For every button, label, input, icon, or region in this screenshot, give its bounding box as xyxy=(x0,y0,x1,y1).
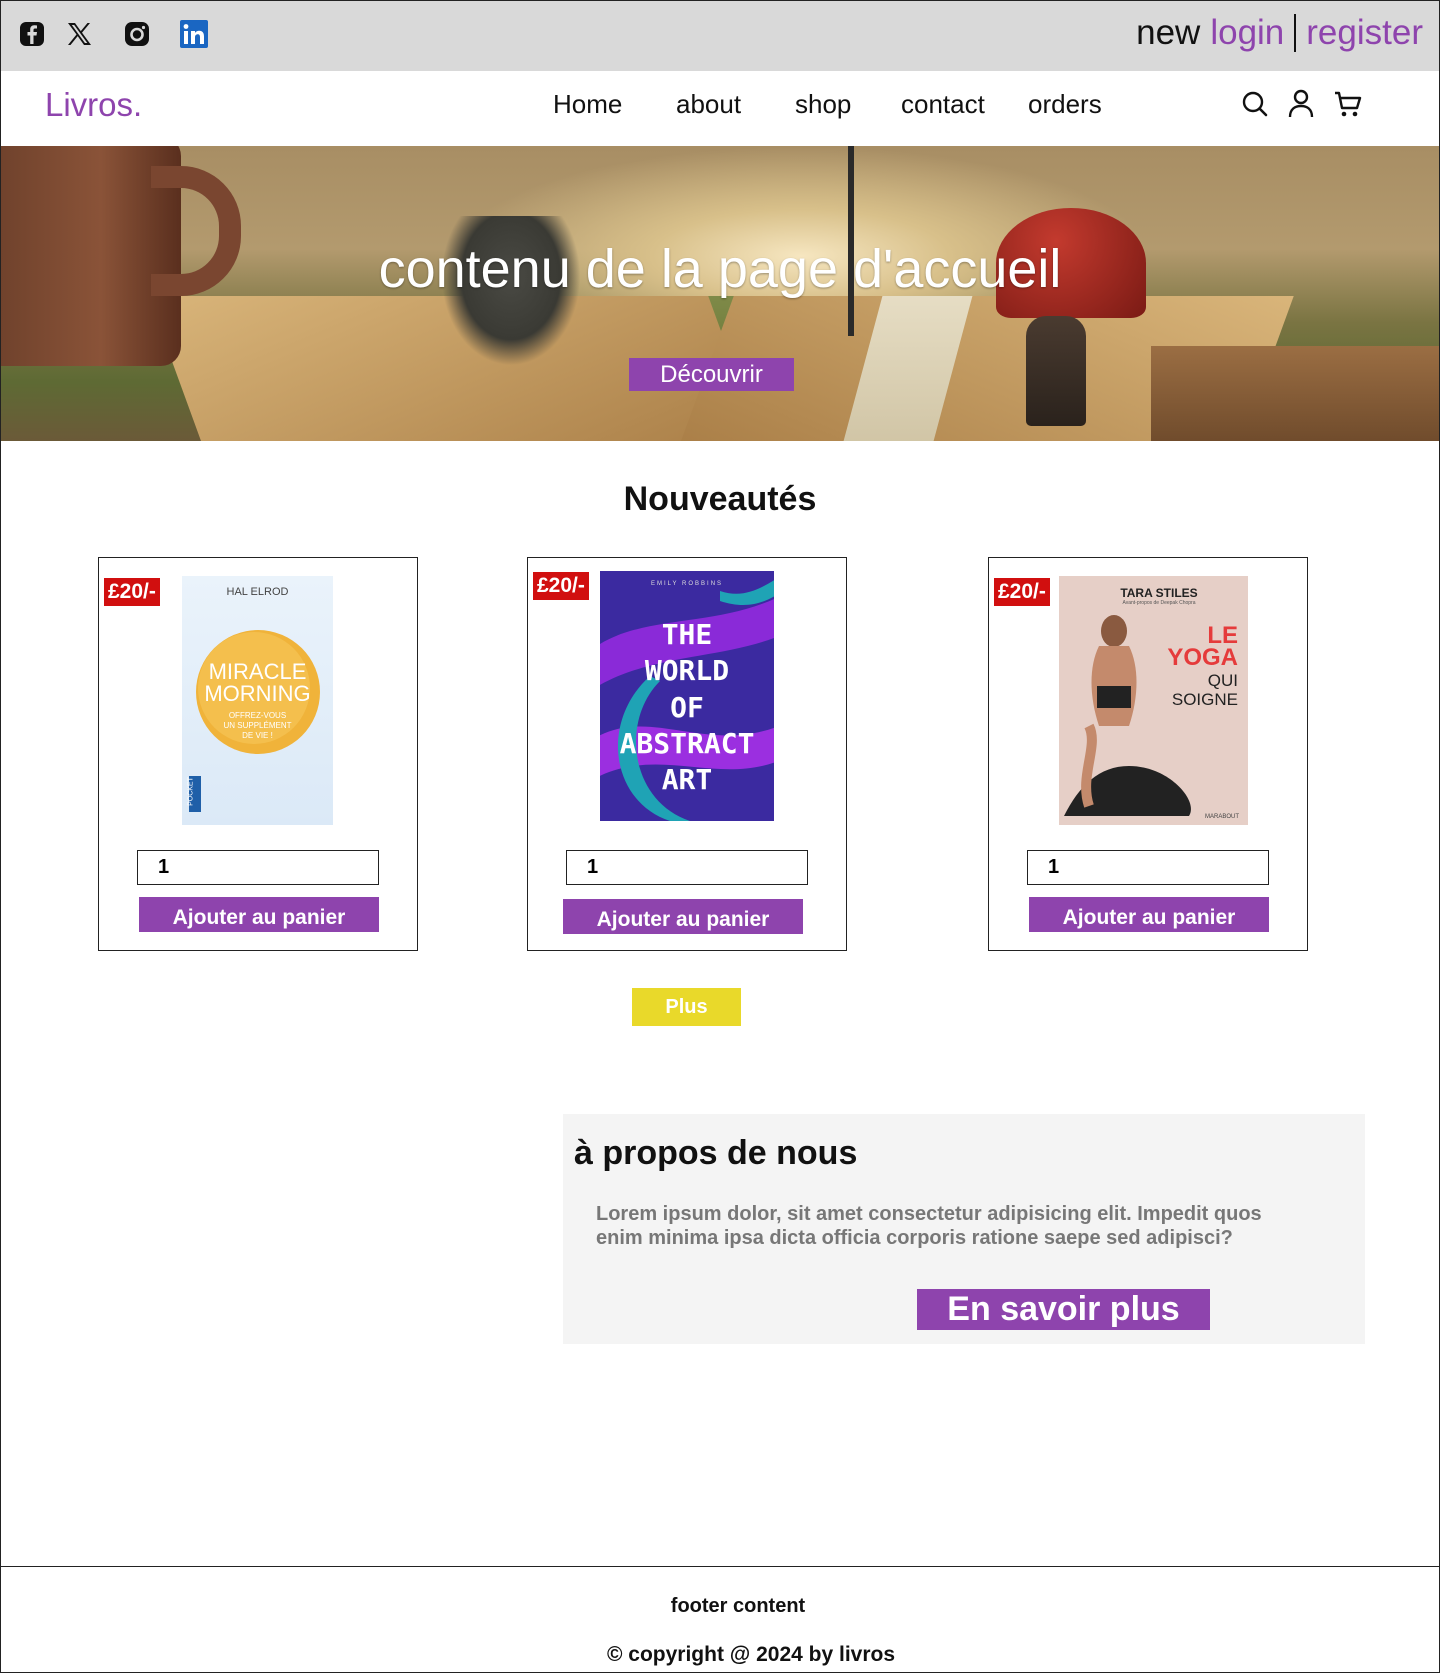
nav-item-contact[interactable]: contact xyxy=(901,89,985,120)
hero-title: contenu de la page d'accueil xyxy=(378,239,1062,299)
book-author: TARA STILES xyxy=(1120,586,1198,600)
hero-table xyxy=(1151,346,1439,441)
quantity-input[interactable] xyxy=(1027,850,1269,885)
book-cover-le-yoga-qui-soigne[interactable]: TARA STILES Avant-propos de Deepak Chopr… xyxy=(1059,576,1248,825)
product-card: £20/- EMILY ROBBINS THE WORLD OF ABSTRAC… xyxy=(527,557,847,951)
book-title-line: ART xyxy=(661,763,713,796)
instagram-icon[interactable] xyxy=(122,19,152,49)
cart-icon[interactable] xyxy=(1333,88,1363,120)
footer: footer content © copyright @ 2024 by liv… xyxy=(1,1566,1439,1672)
quantity-input[interactable] xyxy=(137,850,379,885)
main-nav: Livros. Home about shop contact orders xyxy=(1,71,1439,146)
new-label: new xyxy=(1136,13,1201,52)
register-link[interactable]: register xyxy=(1306,13,1423,53)
nav-item-home[interactable]: Home xyxy=(553,89,622,120)
book-publisher: MARABOUT xyxy=(1204,814,1239,820)
discover-button[interactable]: Découvrir xyxy=(629,358,794,391)
about-title: à propos de nous xyxy=(574,1134,858,1172)
book-subtitle-line: DE VIE ! xyxy=(242,731,273,740)
price-badge: £20/- xyxy=(533,572,589,600)
book-subtitle-line: OFFREZ-VOUS xyxy=(228,711,287,720)
book-title-line: QUI xyxy=(1207,671,1238,690)
x-twitter-icon[interactable] xyxy=(64,19,94,49)
book-foreword: Avant-propos de Deepak Chopra xyxy=(1122,600,1196,606)
book-title-line: YOGA xyxy=(1167,644,1238,671)
book-author: HAL ELROD xyxy=(226,586,289,598)
book-title-line: OF xyxy=(670,691,704,724)
nav-item-shop[interactable]: shop xyxy=(795,89,851,120)
book-publisher: POCKET xyxy=(187,777,195,806)
product-card: £20/- TARA STILES Avant-propos de Deepak… xyxy=(988,557,1308,951)
hero-banner: contenu de la page d'accueil Découvrir xyxy=(1,146,1439,441)
book-title-line: ABSTRACT xyxy=(619,727,755,760)
price-badge: £20/- xyxy=(104,578,160,606)
book-title-line: SOIGNE xyxy=(1171,690,1238,709)
product-card: £20/- HAL ELROD MIRACLE MORNING OFFREZ-V… xyxy=(98,557,418,951)
quantity-input[interactable] xyxy=(566,850,808,885)
nav-item-about[interactable]: about xyxy=(676,89,741,120)
section-title-new-releases: Nouveautés xyxy=(623,480,817,518)
book-title-line: MORNING xyxy=(204,681,311,706)
book-cover-abstract-art[interactable]: EMILY ROBBINS THE WORLD OF ABSTRACT ART xyxy=(600,571,774,821)
about-text: Lorem ipsum dolor, sit amet consectetur … xyxy=(596,1203,1262,1249)
book-subtitle-line: UN SUPPLÉMENT xyxy=(223,721,292,730)
top-bar: new login register xyxy=(1,1,1439,71)
add-to-cart-button[interactable]: Ajouter au panier xyxy=(139,897,379,932)
facebook-icon[interactable] xyxy=(17,19,47,49)
add-to-cart-button[interactable]: Ajouter au panier xyxy=(1029,897,1269,932)
about-section: à propos de nous Lorem ipsum dolor, sit … xyxy=(563,1114,1365,1344)
nav-item-orders[interactable]: orders xyxy=(1028,89,1102,120)
auth-divider xyxy=(1294,14,1297,52)
book-title-line: WORLD xyxy=(644,654,730,687)
login-link[interactable]: login xyxy=(1210,13,1284,53)
copyright-text: © copyright @ 2024 by livros xyxy=(606,1643,896,1666)
book-title-line: MIRACLE xyxy=(208,659,307,684)
learn-more-button[interactable]: En savoir plus xyxy=(917,1289,1210,1330)
add-to-cart-button[interactable]: Ajouter au panier xyxy=(563,899,803,934)
footer-content: footer content xyxy=(670,1595,806,1617)
auth-links: new login register xyxy=(1136,13,1423,53)
hero-girl xyxy=(1026,316,1086,426)
price-badge: £20/- xyxy=(994,578,1050,606)
book-author: EMILY ROBBINS xyxy=(650,581,724,587)
linkedin-icon[interactable] xyxy=(179,19,209,49)
load-more-button[interactable]: Plus xyxy=(632,988,741,1026)
search-icon[interactable] xyxy=(1240,88,1270,120)
logo[interactable]: Livros. xyxy=(45,86,142,124)
user-icon[interactable] xyxy=(1286,88,1316,120)
book-cover-miracle-morning[interactable]: HAL ELROD MIRACLE MORNING OFFREZ-VOUS UN… xyxy=(182,576,333,825)
book-title-line: THE xyxy=(661,618,713,651)
